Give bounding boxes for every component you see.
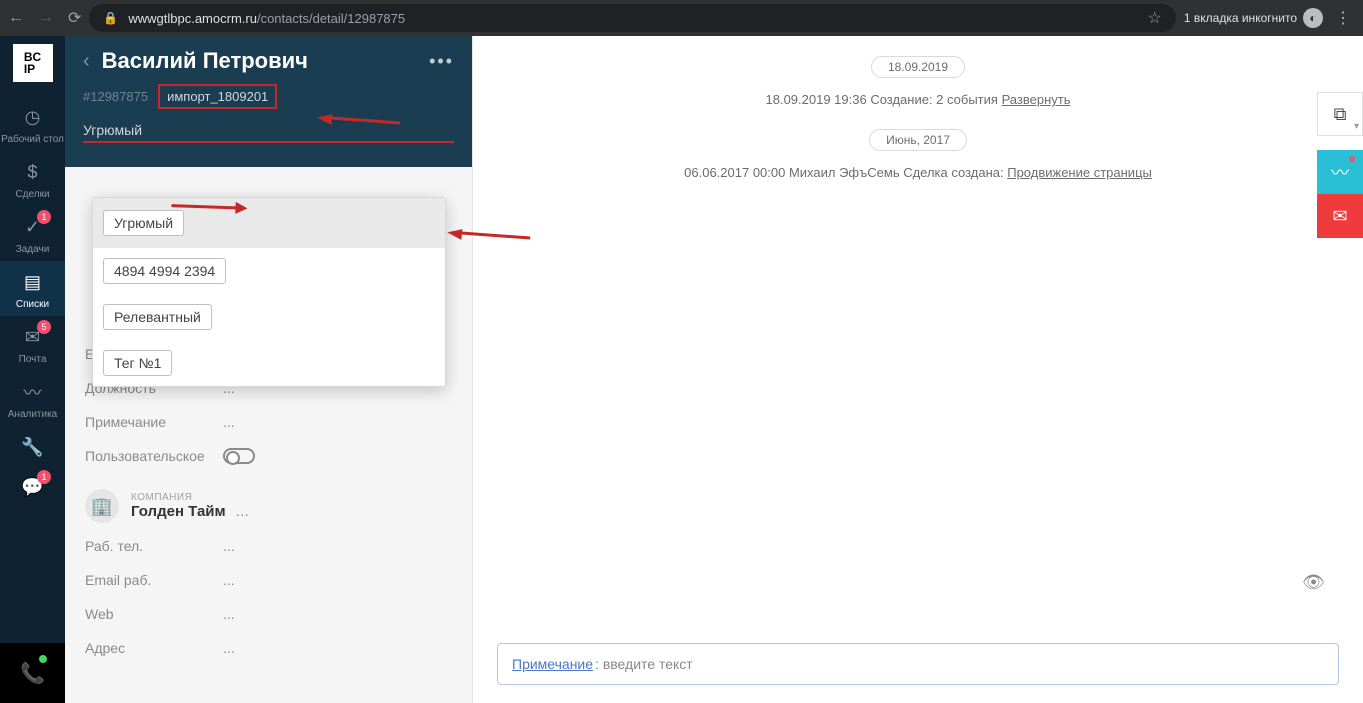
right-action-bar: ⧉▾ 〰 ✉ xyxy=(1317,92,1363,238)
lock-icon: 🔒 xyxy=(103,11,118,25)
url-host: wwwgtlbpc.amocrm.ru xyxy=(128,11,257,26)
notification-dot xyxy=(1349,156,1355,162)
deal-link[interactable]: Продвижение страницы xyxy=(1007,165,1152,180)
list-icon: ▤ xyxy=(20,269,46,295)
field-custom[interactable]: Пользовательское xyxy=(85,439,452,473)
contact-id: #12987875 xyxy=(83,89,148,104)
field-note[interactable]: Примечание... xyxy=(85,405,452,439)
sidebar-item-desktop[interactable]: ◷Рабочий стол xyxy=(0,96,65,151)
sidebar-item-tasks[interactable]: ✓Задачи1 xyxy=(0,206,65,261)
expand-link[interactable]: Развернуть xyxy=(1002,92,1071,107)
badge: 1 xyxy=(37,210,51,224)
tag-option[interactable]: Релевантный xyxy=(103,304,212,330)
sidebar-item-lists[interactable]: ▤Списки xyxy=(0,261,65,316)
sidebar-item-analytics[interactable]: 〰Аналитика xyxy=(0,371,65,426)
app-sidebar: BC IP ◷Рабочий стол $Сделки ✓Задачи1 ▤Сп… xyxy=(0,36,65,703)
incognito-icon: ◐ xyxy=(1303,8,1323,28)
incognito-indicator: 1 вкладка инкогнито ◐ xyxy=(1184,8,1323,28)
status-dot xyxy=(39,655,47,663)
add-button[interactable]: ⧉▾ xyxy=(1317,92,1363,136)
pulse-button[interactable]: 〰 xyxy=(1317,150,1363,194)
reload-icon[interactable]: ⟳ xyxy=(68,8,81,28)
feed-event: 18.09.2019 19:36 Создание: 2 события Раз… xyxy=(497,92,1339,107)
company-avatar-icon: 🏢 xyxy=(85,489,119,523)
visibility-icon[interactable]: 👁 xyxy=(1302,572,1325,593)
feed-event: 06.06.2017 00:00 Михаил ЭфъСемь Сделка с… xyxy=(497,165,1339,180)
date-chip: 18.09.2019 xyxy=(871,56,965,78)
wrench-icon: 🔧 xyxy=(20,434,46,460)
wave-icon: 〰 xyxy=(20,379,46,405)
company-web[interactable]: Web... xyxy=(85,597,452,631)
more-icon[interactable]: ••• xyxy=(429,51,454,72)
dollar-icon: $ xyxy=(20,159,46,185)
tag-dropdown: Угрюмый 4894 4994 2394 Релевантный Тег №… xyxy=(92,197,446,387)
forward-icon[interactable]: → xyxy=(38,9,54,27)
company-phone[interactable]: Раб. тел.... xyxy=(85,529,452,563)
sidebar-item-chat[interactable]: 💬1 xyxy=(0,466,65,506)
mail-button[interactable]: ✉ xyxy=(1317,194,1363,238)
url-path: /contacts/detail/12987875 xyxy=(257,11,405,26)
contact-header: ‹ Василий Петрович ••• #12987875 импорт_… xyxy=(65,36,472,167)
browser-menu-icon[interactable]: ⋮ xyxy=(1331,8,1355,28)
browser-toolbar: ← → ⟳ 🔒 wwwgtlbpc.amocrm.ru/contacts/det… xyxy=(0,0,1363,36)
gauge-icon: ◷ xyxy=(20,104,46,130)
back-icon[interactable]: ← xyxy=(8,9,24,27)
import-tag[interactable]: импорт_1809201 xyxy=(158,84,277,109)
tag-option[interactable]: 4894 4994 2394 xyxy=(103,258,226,284)
date-chip: Июнь, 2017 xyxy=(869,129,967,151)
sidebar-item-deals[interactable]: $Сделки xyxy=(0,151,65,206)
company-name[interactable]: Голден Тайм xyxy=(131,503,226,520)
note-input[interactable]: Примечание: введите текст xyxy=(497,643,1339,685)
bookmark-icon[interactable]: ☆ xyxy=(1148,8,1162,28)
phone-icon: 📞 xyxy=(20,661,45,686)
company-address[interactable]: Адрес... xyxy=(85,631,452,665)
dropdown-caret-icon: ▾ xyxy=(1354,121,1359,132)
toggle[interactable] xyxy=(223,448,255,464)
tag-option[interactable]: Угрюмый xyxy=(103,210,184,236)
back-chevron-icon[interactable]: ‹ xyxy=(83,50,90,73)
sidebar-item-settings[interactable]: 🔧 xyxy=(0,426,65,466)
tag-input[interactable] xyxy=(83,119,454,143)
contact-name[interactable]: Василий Петрович xyxy=(102,48,308,74)
sidebar-phone[interactable]: 📞 xyxy=(0,643,65,703)
badge: 1 xyxy=(37,470,51,484)
activity-feed: 18.09.2019 18.09.2019 19:36 Создание: 2 … xyxy=(473,36,1363,703)
company-email[interactable]: Email раб.... xyxy=(85,563,452,597)
app-logo[interactable]: BC IP xyxy=(13,44,53,82)
company-block: 🏢 КОМПАНИЯ Голден Тайм... xyxy=(65,473,472,529)
address-bar[interactable]: 🔒 wwwgtlbpc.amocrm.ru/contacts/detail/12… xyxy=(89,4,1175,32)
sidebar-item-mail[interactable]: ✉Почта5 xyxy=(0,316,65,371)
tag-option[interactable]: Тег №1 xyxy=(103,350,172,376)
badge: 5 xyxy=(37,320,51,334)
